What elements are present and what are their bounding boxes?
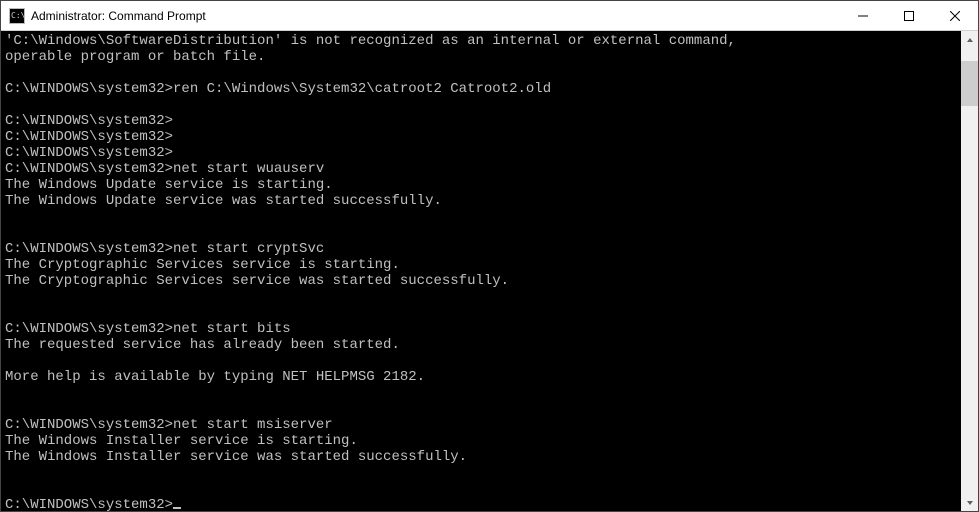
cmd-icon: C:\ (9, 8, 25, 24)
scrollbar-track[interactable] (961, 48, 978, 494)
console-line: C:\WINDOWS\system32> (5, 129, 961, 145)
console-line (5, 385, 961, 401)
console-line (5, 465, 961, 481)
titlebar[interactable]: C:\ Administrator: Command Prompt (1, 1, 978, 31)
console-line: More help is available by typing NET HEL… (5, 369, 961, 385)
client-area: 'C:\Windows\SoftwareDistribution' is not… (1, 31, 978, 511)
console-line: The Windows Installer service is startin… (5, 433, 961, 449)
scroll-up-button[interactable] (961, 31, 978, 48)
console-line (5, 289, 961, 305)
console-line (5, 353, 961, 369)
scrollbar-thumb[interactable] (961, 61, 978, 106)
console-line: C:\WINDOWS\system32> (5, 145, 961, 161)
console-line: C:\WINDOWS\system32>net start cryptSvc (5, 241, 961, 257)
console-line: The Windows Installer service was starte… (5, 449, 961, 465)
console-line: The requested service has already been s… (5, 337, 961, 353)
maximize-button[interactable] (886, 1, 932, 30)
console-line: C:\WINDOWS\system32>net start bits (5, 321, 961, 337)
console-line: C:\WINDOWS\system32> (5, 497, 961, 511)
window-controls (840, 1, 978, 30)
window-title: Administrator: Command Prompt (31, 9, 206, 23)
console-line (5, 65, 961, 81)
console-line (5, 209, 961, 225)
console-line: The Cryptographic Services service is st… (5, 257, 961, 273)
window-frame: C:\ Administrator: Command Prompt 'C:\Wi… (0, 0, 979, 512)
console-line: C:\WINDOWS\system32> (5, 113, 961, 129)
console-line (5, 225, 961, 241)
console-line: The Cryptographic Services service was s… (5, 273, 961, 289)
scroll-down-button[interactable] (961, 494, 978, 511)
console-line: C:\WINDOWS\system32>net start msiserver (5, 417, 961, 433)
console-line: C:\WINDOWS\system32>net start wuauserv (5, 161, 961, 177)
vertical-scrollbar[interactable] (961, 31, 978, 511)
console-line: operable program or batch file. (5, 49, 961, 65)
svg-text:C:\: C:\ (11, 11, 25, 20)
console-line (5, 481, 961, 497)
close-button[interactable] (932, 1, 978, 30)
console-line: The Windows Update service was started s… (5, 193, 961, 209)
console-line: C:\WINDOWS\system32>ren C:\Windows\Syste… (5, 81, 961, 97)
text-cursor (173, 507, 181, 509)
console-line (5, 305, 961, 321)
console-output[interactable]: 'C:\Windows\SoftwareDistribution' is not… (1, 31, 961, 511)
console-line (5, 97, 961, 113)
console-line: The Windows Update service is starting. (5, 177, 961, 193)
console-line: 'C:\Windows\SoftwareDistribution' is not… (5, 33, 961, 49)
minimize-button[interactable] (840, 1, 886, 30)
console-line (5, 401, 961, 417)
